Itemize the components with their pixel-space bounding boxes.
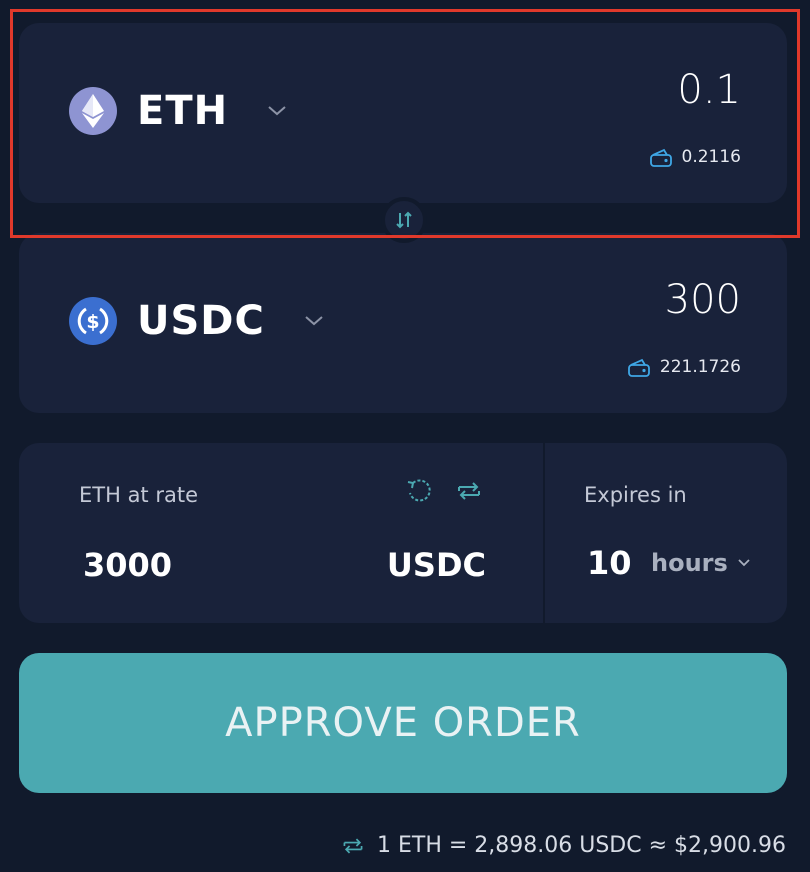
rate-unit: USDC: [386, 546, 486, 584]
sell-balance-value: 0.2116: [681, 147, 741, 167]
wallet-icon: [627, 358, 650, 377]
ethereum-icon: [69, 87, 117, 135]
swap-arrows-icon: [396, 211, 412, 229]
buy-amount-input[interactable]: 300: [665, 277, 741, 323]
sell-token-selector[interactable]: ETH: [69, 87, 286, 135]
sell-token-card: ETH 0.1 0.2116: [19, 23, 787, 203]
chevron-down-icon[interactable]: [305, 316, 323, 326]
divider: [543, 443, 545, 623]
expires-unit-label: hours: [651, 549, 728, 577]
reset-rate-icon[interactable]: [405, 477, 433, 505]
rate-label: ETH at rate: [79, 483, 198, 507]
market-rate-text: 1 ETH = 2,898.06 USDC ≈ $2,900.96: [376, 833, 786, 858]
buy-token-card: $ USDC 300 221.1726: [19, 233, 787, 413]
sell-token-name: ETH: [137, 88, 229, 134]
buy-token-selector[interactable]: $ USDC: [69, 297, 323, 345]
usdc-icon: $: [69, 297, 117, 345]
approve-order-button[interactable]: APPROVE ORDER: [19, 653, 787, 793]
svg-text:$: $: [86, 311, 99, 333]
expires-label: Expires in: [584, 483, 687, 507]
sell-amount-input[interactable]: 0.1: [677, 67, 741, 113]
swap-direction-button[interactable]: [381, 197, 427, 243]
chevron-down-icon: [738, 559, 750, 567]
rate-actions: [405, 477, 483, 505]
exchange-icon: [343, 838, 363, 853]
wallet-icon: [649, 148, 672, 167]
expires-unit-dropdown[interactable]: hours: [651, 549, 750, 577]
sell-balance: 0.2116: [649, 147, 741, 167]
rate-card: ETH at rate 3000 USDC Expires in 10 hour…: [19, 443, 787, 623]
buy-balance: 221.1726: [627, 357, 741, 377]
rate-input[interactable]: 3000: [83, 546, 172, 584]
chevron-down-icon[interactable]: [268, 106, 286, 116]
buy-balance-value: 221.1726: [659, 357, 741, 377]
buy-token-name: USDC: [137, 298, 265, 344]
invert-rate-icon[interactable]: [455, 477, 483, 505]
expires-input[interactable]: 10: [587, 544, 632, 582]
rate-section: ETH at rate 3000 USDC: [19, 443, 543, 623]
market-rate-info: 1 ETH = 2,898.06 USDC ≈ $2,900.96: [341, 833, 786, 858]
